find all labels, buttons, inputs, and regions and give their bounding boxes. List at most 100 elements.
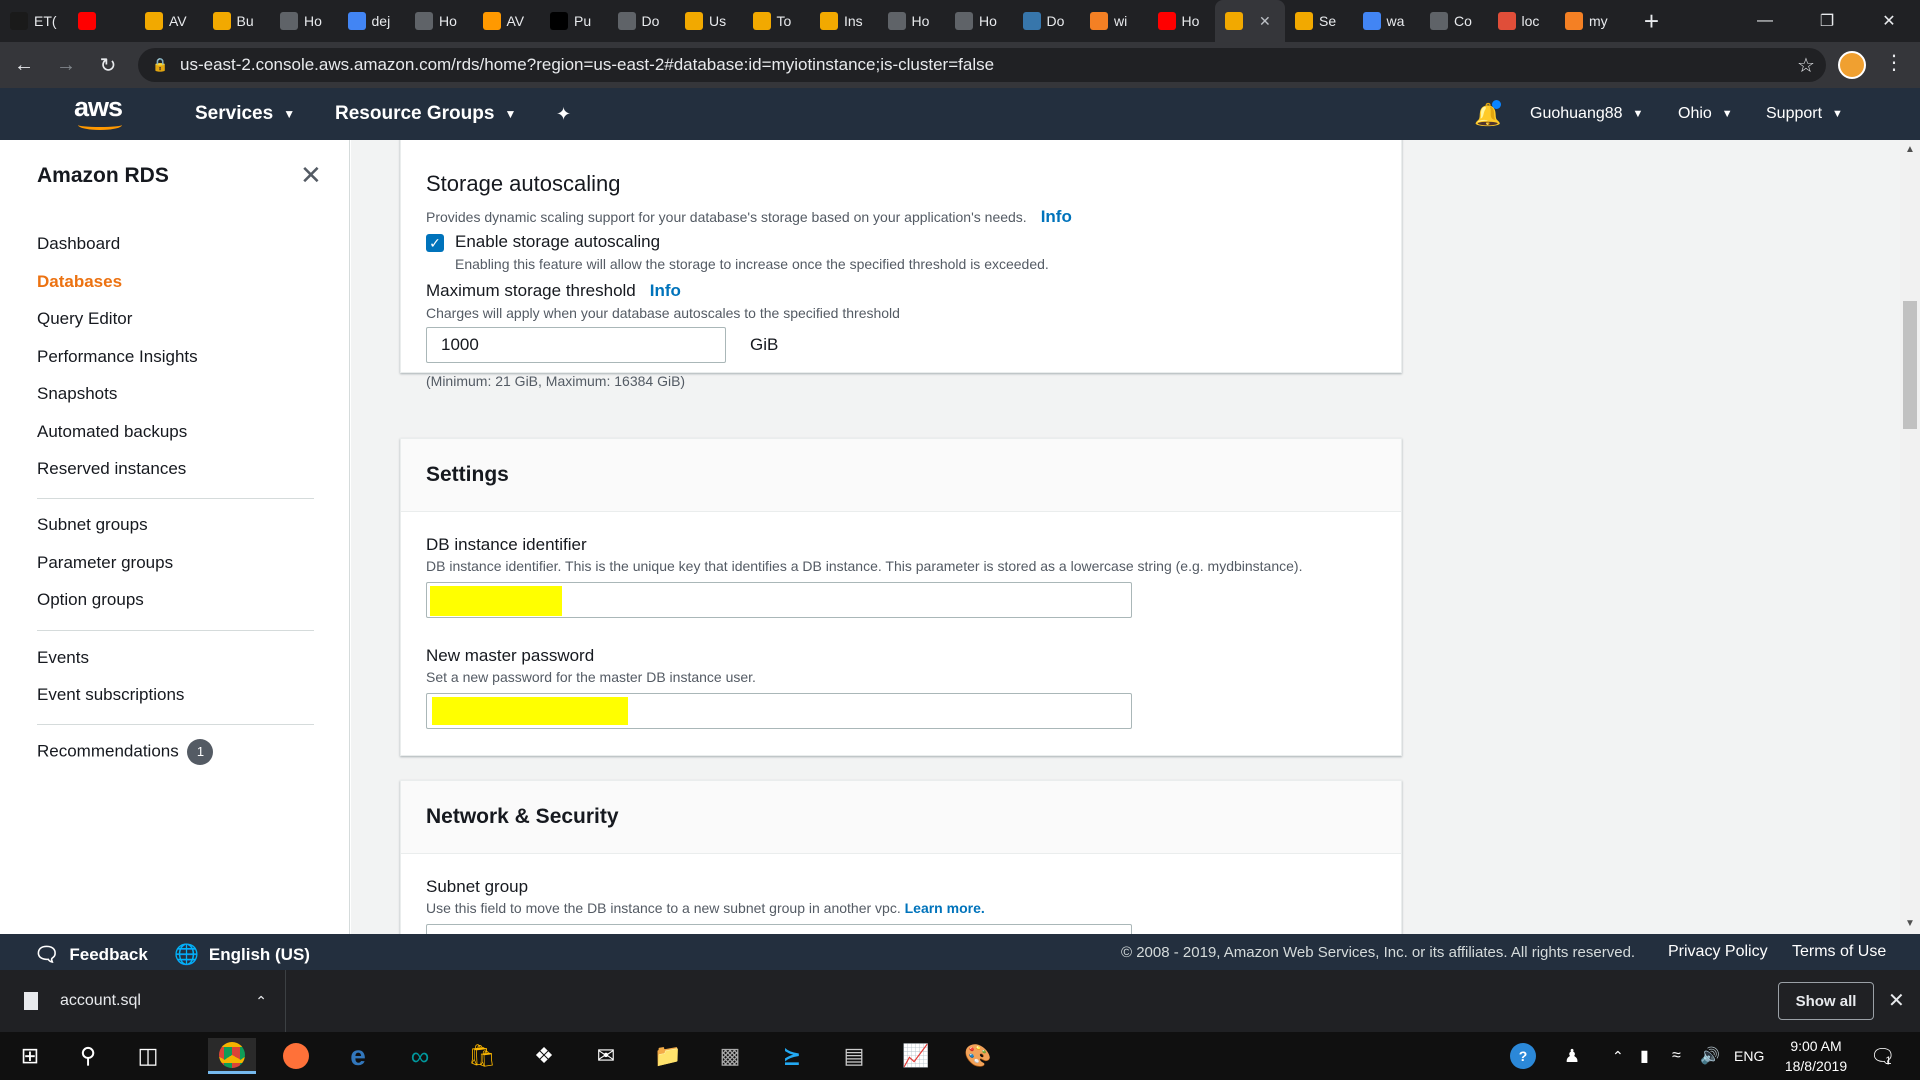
support-menu[interactable]: Support ▼ [1766,88,1843,140]
sidebar-item-subnet-groups[interactable]: Subnet groups [37,515,148,535]
browser-tab[interactable]: wa [1353,0,1421,42]
edge-icon[interactable]: e [334,1038,382,1074]
learn-more-link[interactable]: Learn more. [905,900,985,916]
browser-tab[interactable]: Ho [878,0,946,42]
terms-of-use-link[interactable]: Terms of Use [1792,943,1886,961]
people-icon[interactable]: ♟ [1564,1032,1580,1080]
browser-tab[interactable]: Ins [810,0,878,42]
sidebar-item-databases[interactable]: Databases [37,272,122,292]
sidebar-item-recommendations[interactable]: Recommendations 1 [37,739,214,765]
browser-tab[interactable]: Bu [203,0,271,42]
aws-logo[interactable]: aws [74,94,130,132]
chrome-icon[interactable] [208,1038,256,1074]
browser-tab[interactable]: Do [1013,0,1081,42]
region-menu[interactable]: Ohio ▼ [1678,88,1733,140]
help-icon[interactable]: ? [1510,1032,1536,1080]
info-link[interactable]: Info [650,281,681,300]
bookmark-star-icon[interactable]: ☆ [1786,53,1826,78]
firefox-icon[interactable] [272,1038,320,1074]
browser-tab[interactable]: Do [608,0,676,42]
resource-groups-menu[interactable]: Resource Groups ▼ [335,88,516,140]
forward-icon[interactable]: → [48,47,84,83]
sidebar-item-snapshots[interactable]: Snapshots [37,384,117,404]
enable-autoscaling-checkbox[interactable]: ✓ [426,234,444,252]
browser-tab[interactable]: ✕ [1215,0,1285,42]
browser-tab[interactable]: Us [675,0,743,42]
browser-tab[interactable]: my [1555,0,1623,42]
paint-icon[interactable]: 🎨 [954,1038,1002,1074]
system-clock[interactable]: 9:00 AM 18/8/2019 [1770,1036,1862,1076]
info-link[interactable]: Info [1041,207,1072,226]
reload-icon[interactable]: ↻ [90,47,126,83]
enable-autoscaling-label[interactable]: Enable storage autoscaling [455,232,660,252]
subnet-group-select[interactable] [426,924,1132,934]
scroll-up-icon[interactable]: ▲ [1900,140,1920,160]
wifi-icon[interactable]: ≈ [1672,1032,1681,1080]
close-tab-icon[interactable]: ✕ [1259,13,1271,30]
browser-tab[interactable]: Ho [405,0,473,42]
user-menu[interactable]: Guohuang88 ▼ [1530,88,1643,140]
feedback-button[interactable]: 🗨 Feedback [34,942,148,967]
browser-tab[interactable]: Pu [540,0,608,42]
sidebar-item-query-editor[interactable]: Query Editor [37,309,132,329]
sidebar-item-option-groups[interactable]: Option groups [37,590,144,610]
sidebar-item-events[interactable]: Events [37,648,89,668]
back-icon[interactable]: ← [6,47,42,83]
chevron-up-icon[interactable]: ⌃ [255,993,267,1010]
browser-tab[interactable]: AV [135,0,203,42]
chevron-up-icon[interactable]: ⌃ [1612,1032,1624,1080]
sidebar-item-automated-backups[interactable]: Automated backups [37,422,187,442]
url-text[interactable]: us-east-2.console.aws.amazon.com/rds/hom… [180,55,1786,75]
scroll-down-icon[interactable]: ▼ [1900,914,1920,934]
browser-tab[interactable]: wi [1080,0,1148,42]
file-explorer-icon[interactable]: 📁 [644,1038,692,1074]
console-icon[interactable]: ▤ [830,1038,878,1074]
store-icon[interactable]: 🛍 [458,1038,506,1074]
close-window-icon[interactable]: ✕ [1858,0,1920,42]
max-threshold-input[interactable]: 1000 [426,327,726,363]
language-selector[interactable]: 🌐 English (US) [174,942,310,967]
browser-tab[interactable]: ET( [0,0,68,42]
address-bar[interactable]: 🔒 us-east-2.console.aws.amazon.com/rds/h… [138,48,1826,82]
minimize-icon[interactable]: — [1734,0,1796,42]
terminal-window-icon[interactable]: ▩ [706,1038,754,1074]
download-item[interactable]: account.sql ⌃ [24,970,286,1032]
show-all-button[interactable]: Show all [1778,982,1874,1020]
chart-app-icon[interactable]: 📈 [892,1038,940,1074]
scroll-thumb[interactable] [1903,301,1917,429]
dropbox-icon[interactable]: ❖ [520,1038,568,1074]
battery-icon[interactable]: ▮ [1640,1032,1649,1080]
pin-icon[interactable]: ✦ [556,88,571,140]
browser-tab[interactable]: Ho [945,0,1013,42]
sidebar-item-parameter-groups[interactable]: Parameter groups [37,553,173,573]
browser-tab[interactable]: Ho [270,0,338,42]
browser-tab[interactable]: Se [1285,0,1353,42]
notifications-bell-icon[interactable]: 🔔 [1474,100,1501,128]
arduino-icon[interactable]: ∞ [396,1038,444,1074]
browser-tab[interactable]: AV [473,0,541,42]
menu-kebab-icon[interactable]: ⋮ [1884,50,1904,75]
mail-icon[interactable]: ✉ [582,1038,630,1074]
browser-tab[interactable]: dej [338,0,406,42]
sidebar-item-reserved-instances[interactable]: Reserved instances [37,459,186,479]
sidebar-item-event-subscriptions[interactable]: Event subscriptions [37,685,184,705]
action-center-icon[interactable]: 🗨 1 [1870,1032,1895,1080]
browser-tab[interactable]: To [743,0,811,42]
browser-tab[interactable] [68,0,136,42]
sidebar-item-dashboard[interactable]: Dashboard [37,234,120,254]
windows-start-icon[interactable]: ⊞ [6,1038,54,1074]
sidebar-item-performance-insights[interactable]: Performance Insights [37,347,198,367]
master-password-input[interactable] [426,693,1132,729]
profile-avatar[interactable] [1838,51,1866,79]
close-icon[interactable]: ✕ [1888,988,1905,1013]
privacy-policy-link[interactable]: Privacy Policy [1668,943,1768,961]
services-menu[interactable]: Services ▼ [195,88,295,140]
new-tab-button[interactable]: + [1637,6,1667,37]
vscode-icon[interactable]: ⪰ [768,1038,816,1074]
page-scrollbar[interactable]: ▲ ▼ [1900,140,1920,934]
browser-tab[interactable]: Co [1420,0,1488,42]
language-indicator[interactable]: ENG [1734,1032,1764,1080]
db-instance-id-input[interactable] [426,582,1132,618]
browser-tab[interactable]: Ho [1148,0,1216,42]
search-icon[interactable]: ⚲ [64,1038,112,1074]
